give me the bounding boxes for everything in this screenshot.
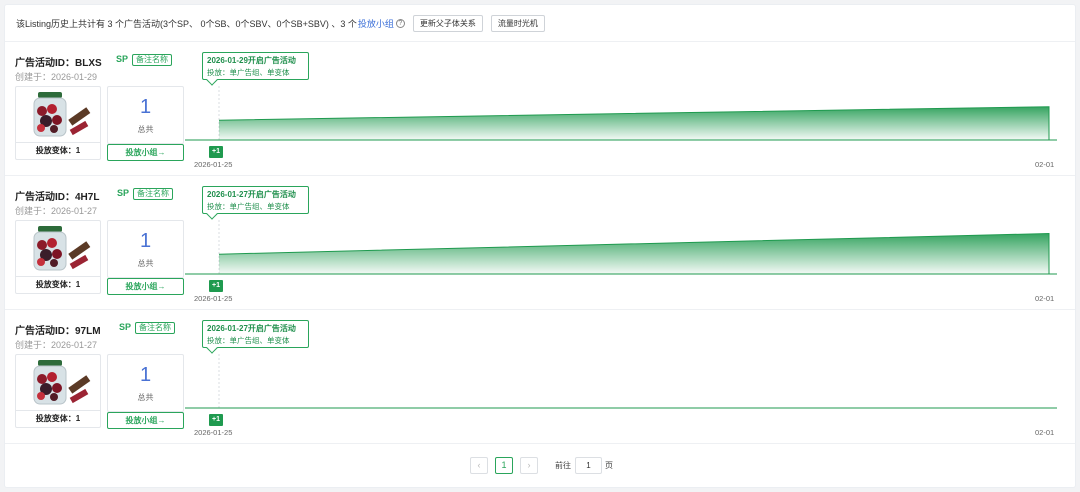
axis-end-date: 02-01 xyxy=(1035,294,1055,303)
total-number: 1 xyxy=(139,96,152,118)
page-1-button[interactable]: 1 xyxy=(495,457,513,474)
axis-end-date: 02-01 xyxy=(1035,160,1055,169)
summary-bar: 该Listing历史上共计有 3 个广告活动(3个SP、 0个SB、0个SBV、… xyxy=(5,5,1075,42)
event-marker[interactable]: +1 xyxy=(209,280,223,292)
update-parent-child-button[interactable]: 更新父子体关系 xyxy=(412,14,483,32)
total-number: 1 xyxy=(139,364,152,386)
product-thumbnail-card[interactable]: 投放变体：1 xyxy=(15,86,101,160)
campaign-start-tooltip: 2026-01-29开启广告活动 投放：单广告组、单变体 xyxy=(202,52,309,80)
event-marker[interactable]: +1 xyxy=(209,414,223,426)
question-circle-icon[interactable]: ? xyxy=(395,18,405,28)
event-marker[interactable]: +1 xyxy=(209,146,223,158)
next-page-button[interactable]: › xyxy=(520,457,538,474)
product-image xyxy=(33,360,91,405)
page-suffix: 页 xyxy=(605,461,613,470)
created-date: 创建于：2026-01-27 xyxy=(15,340,98,350)
total-label: 总共 xyxy=(137,259,154,268)
axis-start-date: 2026-01-25 xyxy=(194,160,233,169)
summary-text: 该Listing历史上共计有 3 个广告活动(3个SP、 0个SB、0个SBV、… xyxy=(16,18,357,29)
total-number: 1 xyxy=(139,230,152,252)
campaign-trend-chart xyxy=(185,86,1057,141)
note-name-button[interactable]: 备注名称 xyxy=(135,322,175,334)
total-count-card: 1 总共 xyxy=(107,354,184,412)
prev-page-button[interactable]: ‹ xyxy=(470,457,488,474)
campaign-row: 广告活动ID：4H7L SP 备注名称 创建于：2026-01-27 投放变体：… xyxy=(5,176,1075,310)
campaign-id: 广告活动ID：97LM xyxy=(15,326,101,337)
total-label: 总共 xyxy=(137,393,154,402)
ad-history-panel: 该Listing历史上共计有 3 个广告活动(3个SP、 0个SB、0个SBV、… xyxy=(4,4,1076,488)
campaign-trend-chart xyxy=(185,354,1057,409)
goto-label: 前往 xyxy=(555,461,571,470)
goto-page-input[interactable]: 1 xyxy=(575,457,602,474)
variant-count: 投放变体：1 xyxy=(16,276,100,293)
product-image xyxy=(33,226,91,271)
tooltip-title: 2026-01-27开启广告活动 xyxy=(207,190,296,199)
trend-area xyxy=(219,233,1049,274)
campaign-start-tooltip: 2026-01-27开启广告活动 投放：单广告组、单变体 xyxy=(202,320,309,348)
note-name-button[interactable]: 备注名称 xyxy=(132,54,172,66)
total-count-card: 1 总共 xyxy=(107,86,184,144)
tooltip-subtitle: 投放：单广告组、单变体 xyxy=(207,68,290,77)
campaign-type-badge: SP xyxy=(116,54,129,64)
campaign-row: 广告活动ID：97LM SP 备注名称 创建于：2026-01-27 投放变体：… xyxy=(5,310,1075,444)
campaign-type-badge: SP xyxy=(119,322,132,332)
axis-start-date: 2026-01-25 xyxy=(194,294,233,303)
product-image xyxy=(33,92,91,137)
total-count-card: 1 总共 xyxy=(107,220,184,278)
ad-group-button[interactable]: 投放小组→ xyxy=(107,144,184,161)
campaign-start-tooltip: 2026-01-27开启广告活动 投放：单广告组、单变体 xyxy=(202,186,309,214)
campaign-id: 广告活动ID：4H7L xyxy=(15,192,100,203)
trend-area xyxy=(219,106,1049,140)
axis-start-date: 2026-01-25 xyxy=(194,428,233,437)
total-label: 总共 xyxy=(137,125,154,134)
campaign-trend-chart xyxy=(185,220,1057,275)
variant-count: 投放变体：1 xyxy=(16,142,100,159)
campaign-type-badge: SP xyxy=(117,188,130,198)
note-name-button[interactable]: 备注名称 xyxy=(133,188,173,200)
traffic-time-machine-button[interactable]: 流量时光机 xyxy=(490,14,545,32)
campaign-row: 广告活动ID：BLXS SP 备注名称 创建于：2026-01-29 投放变体：… xyxy=(5,42,1075,176)
axis-end-date: 02-01 xyxy=(1035,428,1055,437)
tooltip-subtitle: 投放：单广告组、单变体 xyxy=(207,336,290,345)
created-date: 创建于：2026-01-27 xyxy=(15,206,98,216)
ad-group-link[interactable]: 投放小组 xyxy=(358,17,394,30)
variant-count: 投放变体：1 xyxy=(16,410,100,427)
campaign-id: 广告活动ID：BLXS xyxy=(15,58,102,69)
created-date: 创建于：2026-01-29 xyxy=(15,72,98,82)
tooltip-title: 2026-01-29开启广告活动 xyxy=(207,56,296,65)
tooltip-title: 2026-01-27开启广告活动 xyxy=(207,324,296,333)
tooltip-subtitle: 投放：单广告组、单变体 xyxy=(207,202,290,211)
product-thumbnail-card[interactable]: 投放变体：1 xyxy=(15,354,101,428)
ad-group-button[interactable]: 投放小组→ xyxy=(107,412,184,429)
pagination: ‹ 1 › 前往 1 页 xyxy=(5,446,1075,486)
product-thumbnail-card[interactable]: 投放变体：1 xyxy=(15,220,101,294)
ad-group-button[interactable]: 投放小组→ xyxy=(107,278,184,295)
